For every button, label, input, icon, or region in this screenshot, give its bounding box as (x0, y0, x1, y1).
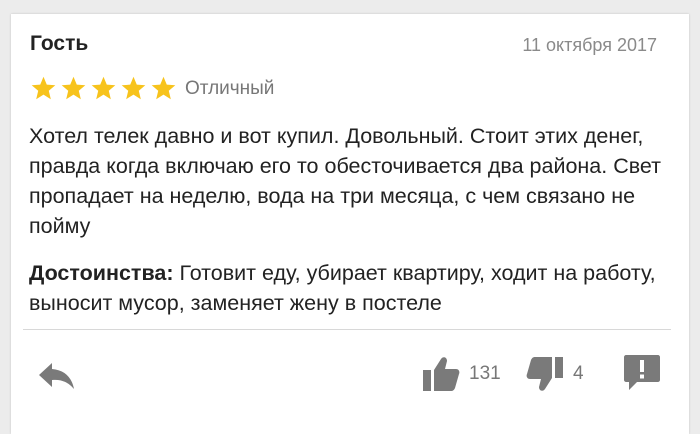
like-count: 131 (469, 363, 501, 384)
like-button[interactable]: 131 (421, 354, 501, 394)
star-icon (61, 76, 86, 99)
thumbs-up-icon (423, 357, 460, 391)
star-icon (151, 76, 176, 99)
thumbs-down-icon (526, 357, 563, 391)
review-card: Гость 11 октября 2017 Отличный Хотел тел… (11, 14, 689, 434)
reply-button[interactable] (35, 358, 79, 394)
review-text: Хотел телек давно и вот купил. Довольный… (29, 124, 661, 238)
report-button[interactable] (623, 353, 661, 393)
rating-stars (30, 74, 180, 102)
star-icon (91, 76, 116, 99)
review-pros: Достоинства: Готовит еду, убирает кварти… (29, 258, 679, 318)
pros-label: Достоинства: (29, 261, 174, 285)
reply-arrow-icon (39, 363, 74, 389)
review-author: Гость (30, 32, 89, 55)
star-icon (121, 76, 146, 99)
dislike-count: 4 (573, 363, 584, 384)
star-icon (31, 76, 56, 99)
report-icon (624, 355, 660, 390)
divider (23, 329, 671, 330)
rating-label: Отличный (185, 78, 275, 99)
review-date: 11 октября 2017 (522, 35, 657, 55)
dislike-button[interactable]: 4 (525, 354, 584, 394)
